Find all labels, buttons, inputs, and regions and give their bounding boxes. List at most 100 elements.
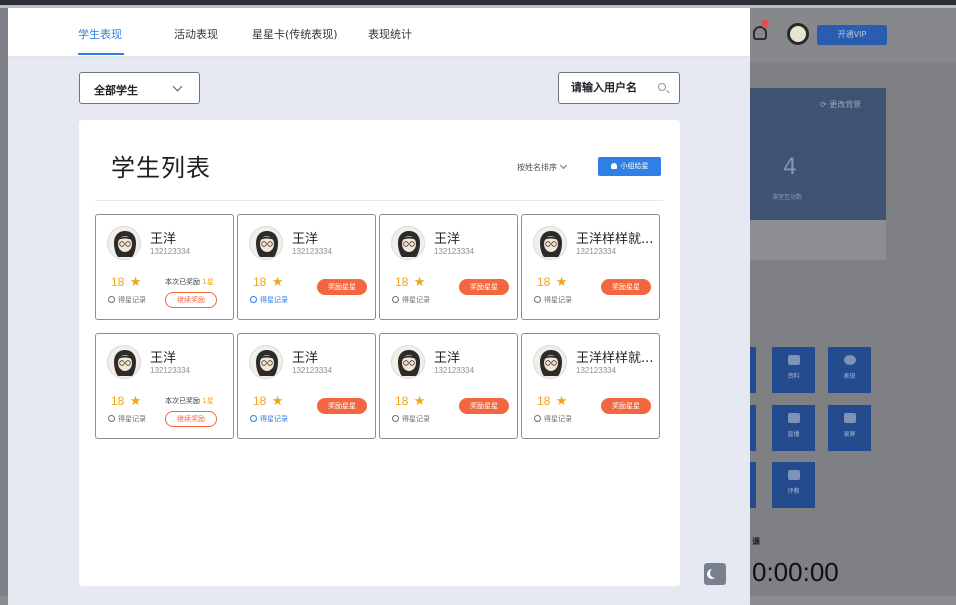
student-avatar xyxy=(107,345,141,379)
star-record-link[interactable]: 得星记录 xyxy=(534,414,572,424)
tool-tile-partial[interactable] xyxy=(750,347,756,393)
student-name: 王洋 xyxy=(150,351,177,366)
tool-tile-partial[interactable] xyxy=(750,462,756,508)
tab-performance-stats[interactable]: 表现统计 xyxy=(368,26,412,42)
moon-icon[interactable] xyxy=(704,563,726,585)
star-icon: ★ xyxy=(555,274,568,289)
tab-star-card[interactable]: 星星卡(传统表现) xyxy=(252,26,338,42)
reward-stars-button[interactable]: 奖励星星 xyxy=(317,398,367,414)
star-record-link[interactable]: 得星记录 xyxy=(392,414,430,424)
continue-reward-button[interactable]: 继续奖励 xyxy=(165,292,217,308)
class-timer: 0:00:00 xyxy=(752,557,839,587)
student-card[interactable]: 王洋 132123334 18 ★ 本次已奖励 1星继续奖励 得星记录 xyxy=(95,333,234,439)
student-card[interactable]: 王洋样样就... 132123334 18 ★ 奖励星星得星记录 xyxy=(521,214,660,320)
stat-value: 4 xyxy=(783,155,797,180)
timer-label: 课 xyxy=(752,537,760,546)
student-avatar xyxy=(249,345,283,379)
reward-stars-button[interactable]: 奖励星星 xyxy=(459,398,509,414)
student-card[interactable]: 王洋样样就... 132123334 18 ★ 奖励星星 得星记录 xyxy=(521,333,660,439)
tool-tile-performance[interactable]: 表现 xyxy=(828,347,871,393)
vip-button[interactable]: 开通VIP xyxy=(817,25,887,45)
star-icon: ★ xyxy=(129,393,142,408)
chevron-down-icon xyxy=(559,161,568,170)
tool-tile-materials[interactable]: 资料 xyxy=(772,347,815,393)
star-icon: ★ xyxy=(413,274,426,289)
user-avatar[interactable] xyxy=(787,23,809,45)
page-title: 学生列表 xyxy=(111,154,211,182)
clock-icon xyxy=(250,296,257,303)
active-tab-indicator xyxy=(78,53,124,55)
student-filter-select[interactable]: 全部学生 xyxy=(79,72,200,104)
student-avatar xyxy=(107,226,141,260)
student-avatar xyxy=(391,226,425,260)
student-avatar xyxy=(533,345,567,379)
clock-icon xyxy=(392,415,399,422)
student-id: 132123334 xyxy=(150,366,191,375)
sort-dropdown[interactable]: 按姓名排序 xyxy=(517,161,568,173)
student-id: 132123334 xyxy=(434,366,475,375)
class-stat-card xyxy=(750,88,886,220)
student-performance-modal: 学生表现 活动表现 星星卡(传统表现) 表现统计 全部学生 学生列表 按姓名排序… xyxy=(8,13,750,605)
star-count: 18 ★ xyxy=(395,393,426,408)
continue-reward-button[interactable]: 继续奖励 xyxy=(165,411,217,427)
student-list-panel: 学生列表 按姓名排序 小组给星 王洋 132123334 18 ★ 本次已奖励 1星继… xyxy=(79,120,680,586)
student-id: 132123334 xyxy=(292,247,333,256)
star-count: 18 ★ xyxy=(253,393,284,408)
awarded-status: 本次已奖励 1星 xyxy=(165,397,214,405)
star-count: 18 ★ xyxy=(253,274,284,289)
change-background-link[interactable]: ⟳ 更改背景 xyxy=(820,99,861,110)
student-card[interactable]: 王洋 132123334 18 ★ 奖励星星 得星记录 xyxy=(379,214,518,320)
student-name: 王洋样样就... xyxy=(576,232,654,247)
class-stat-card-footer xyxy=(750,220,886,260)
student-id: 132123334 xyxy=(292,366,333,375)
student-card[interactable]: 王洋 132123334 18 ★ 奖励星星得星记录 xyxy=(237,333,376,439)
app-top-bar xyxy=(0,0,956,8)
student-filter-value: 全部学生 xyxy=(94,84,138,97)
star-record-link[interactable]: 得星记录 xyxy=(534,295,572,305)
star-record-link[interactable]: 得星记录 xyxy=(108,295,146,305)
star-record-link[interactable]: 得星记录 xyxy=(250,414,288,424)
tool-tile-record[interactable]: 录屏 xyxy=(828,405,871,451)
tool-tile-partial[interactable] xyxy=(750,405,756,451)
star-icon: ★ xyxy=(555,393,568,408)
tab-student-performance[interactable]: 学生表现 xyxy=(78,26,122,42)
student-id: 132123334 xyxy=(434,247,475,256)
clock-icon xyxy=(250,415,257,422)
student-id: 132123334 xyxy=(576,366,617,375)
clock-icon xyxy=(108,415,115,422)
search-icon[interactable] xyxy=(658,83,666,91)
student-card[interactable]: 王洋 132123334 18 ★ 奖励星星 得星记录 xyxy=(379,333,518,439)
bell-icon[interactable] xyxy=(753,26,767,40)
group-award-button[interactable]: 小组给星 xyxy=(598,157,661,176)
reward-stars-button[interactable]: 奖励星星 xyxy=(317,279,367,295)
group-icon xyxy=(610,163,617,169)
reward-stars-button[interactable]: 奖励星星 xyxy=(601,279,651,295)
chevron-down-icon xyxy=(172,81,183,92)
reward-stars-button[interactable]: 奖励星星 xyxy=(459,279,509,295)
student-avatar xyxy=(249,226,283,260)
student-id: 132123334 xyxy=(576,247,617,256)
star-icon: ★ xyxy=(271,393,284,408)
star-icon: ★ xyxy=(413,393,426,408)
student-name: 王洋 xyxy=(292,351,319,366)
tool-tile-evaluation[interactable]: 评教 xyxy=(772,462,815,508)
student-id: 132123334 xyxy=(150,247,191,256)
star-record-link[interactable]: 得星记录 xyxy=(250,295,288,305)
student-card[interactable]: 王洋 132123334 18 ★ 奖励星星 得星记录 xyxy=(237,214,376,320)
star-record-link[interactable]: 得星记录 xyxy=(392,295,430,305)
tool-tile-live[interactable]: 直播 xyxy=(772,405,815,451)
tab-activity-performance[interactable]: 活动表现 xyxy=(174,26,218,42)
clock-icon xyxy=(392,296,399,303)
star-count: 18 ★ xyxy=(111,393,142,408)
reward-stars-button[interactable]: 奖励星星 xyxy=(601,398,651,414)
stat-label: 课堂互动数 xyxy=(772,194,803,201)
star-count: 18 ★ xyxy=(537,274,568,289)
divider xyxy=(95,200,663,201)
student-name: 王洋 xyxy=(434,232,461,247)
student-card[interactable]: 王洋 132123334 18 ★ 本次已奖励 1星 继续奖励 得星记录 xyxy=(95,214,234,320)
search-input[interactable] xyxy=(571,81,657,94)
search-box[interactable] xyxy=(558,72,680,104)
star-count: 18 ★ xyxy=(111,274,142,289)
star-record-link[interactable]: 得星记录 xyxy=(108,414,146,424)
clock-icon xyxy=(108,296,115,303)
